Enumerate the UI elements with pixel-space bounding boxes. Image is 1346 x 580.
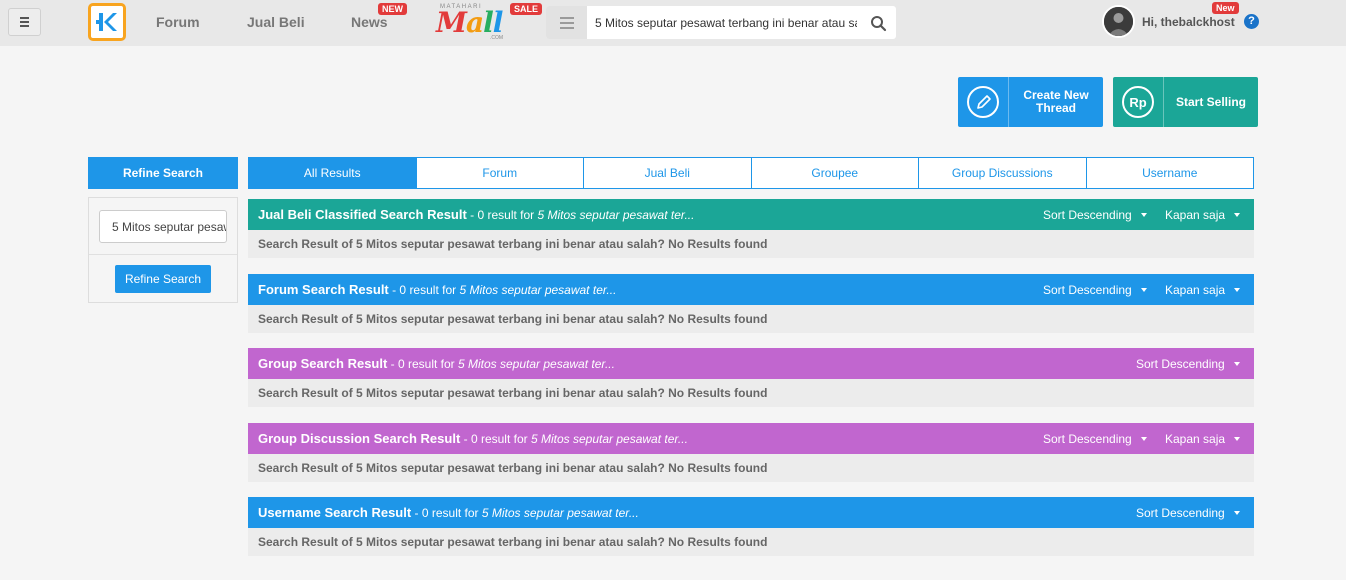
search-icon <box>871 16 887 32</box>
forum-results-section: Forum Search Result - 0 result for 5 Mit… <box>248 274 1254 333</box>
caret-down-icon <box>1234 437 1241 441</box>
search-submit-button[interactable] <box>868 13 890 33</box>
search-category-button[interactable] <box>546 6 587 39</box>
result-count: - 0 result for <box>460 432 531 446</box>
rupiah-icon: Rp <box>1122 86 1154 118</box>
section-header: Username Search Result - 0 result for 5 … <box>248 497 1254 528</box>
sort-dropdown[interactable]: Sort Descending <box>1043 283 1147 297</box>
caret-down-icon <box>1234 213 1241 217</box>
mall-wordmark: Mall <box>436 6 503 39</box>
no-results-message: Search Result of 5 Mitos seputar pesawat… <box>248 454 1254 482</box>
create-new-thread-label: Create New Thread <box>1023 88 1089 115</box>
no-results-message: Search Result of 5 Mitos seputar pesawat… <box>248 305 1254 333</box>
time-filter-dropdown[interactable]: Kapan saja <box>1165 432 1241 446</box>
section-title-text: Jual Beli Classified Search Result <box>258 207 467 222</box>
nav-news-link[interactable]: News <box>351 14 388 30</box>
section-title: Group Search Result - 0 result for 5 Mit… <box>258 356 615 371</box>
divider <box>89 254 237 255</box>
search-query: 5 Mitos seputar pesawat ter... <box>537 208 695 222</box>
section-title-text: Group Search Result <box>258 356 388 371</box>
search-input[interactable] <box>595 6 857 39</box>
sort-dropdown[interactable]: Sort Descending <box>1136 506 1240 520</box>
no-results-message: Search Result of 5 Mitos seputar pesawat… <box>248 379 1254 407</box>
refine-search-input[interactable] <box>99 210 227 243</box>
user-greeting[interactable]: Hi, thebalckhost <box>1142 15 1235 29</box>
search-query: 5 Mitos seputar pesawat ter... <box>458 357 615 371</box>
create-new-thread-button[interactable]: Create New Thread <box>958 77 1103 127</box>
sort-dropdown[interactable]: Sort Descending <box>1043 208 1147 222</box>
search-query: 5 Mitos seputar pesawat ter... <box>459 283 617 297</box>
news-new-badge: NEW <box>378 3 407 15</box>
time-filter-dropdown[interactable]: Kapan saja <box>1165 208 1241 222</box>
no-results-message: Search Result of 5 Mitos seputar pesawat… <box>248 230 1254 258</box>
result-count: - 0 result for <box>466 208 538 222</box>
caret-down-icon <box>1233 511 1240 515</box>
menu-icon <box>20 17 29 19</box>
user-new-badge: New <box>1212 2 1239 14</box>
nav-jual-beli-link[interactable]: Jual Beli <box>247 14 305 30</box>
section-header: Group Discussion Search Result - 0 resul… <box>248 423 1254 454</box>
refine-search-panel: Refine Search <box>88 197 238 303</box>
tab-forum[interactable]: Forum <box>415 158 584 188</box>
section-title: Username Search Result - 0 result for 5 … <box>258 505 639 520</box>
kaskus-logo[interactable] <box>88 3 126 41</box>
section-title-text: Username Search Result <box>258 505 412 520</box>
no-results-message: Search Result of 5 Mitos seputar pesawat… <box>248 528 1254 556</box>
caret-down-icon <box>1140 288 1147 292</box>
section-header: Forum Search Result - 0 result for 5 Mit… <box>248 274 1254 305</box>
sort-dropdown[interactable]: Sort Descending <box>1043 432 1147 446</box>
tab-jual-beli[interactable]: Jual Beli <box>583 158 751 188</box>
matahari-mall-logo[interactable]: MATAHARI Mall .COM <box>436 4 508 42</box>
search-query: 5 Mitos seputar pesawat ter... <box>481 506 639 520</box>
result-count: - 0 result for <box>387 357 458 371</box>
caret-down-icon <box>1140 213 1147 217</box>
jual-beli-results-section: Jual Beli Classified Search Result - 0 r… <box>248 199 1254 258</box>
start-selling-label: Start Selling <box>1175 94 1246 109</box>
section-title: Forum Search Result - 0 result for 5 Mit… <box>258 282 616 297</box>
tab-group-discussions[interactable]: Group Discussions <box>918 158 1086 188</box>
caret-down-icon <box>1234 288 1241 292</box>
avatar-image <box>1104 7 1133 36</box>
top-navbar: Forum Jual Beli News NEW MATAHARI Mall .… <box>0 0 1346 46</box>
pencil-icon <box>967 86 999 118</box>
section-header: Jual Beli Classified Search Result - 0 r… <box>248 199 1254 230</box>
search-bar <box>546 6 896 39</box>
sort-dropdown[interactable]: Sort Descending <box>1136 357 1240 371</box>
refine-search-button[interactable]: Refine Search <box>115 265 211 293</box>
refine-search-heading: Refine Search <box>88 157 238 189</box>
tab-groupee[interactable]: Groupee <box>750 158 919 188</box>
mall-brand-com: .COM <box>490 35 504 41</box>
result-tabs: All Results Forum Jual Beli Groupee Grou… <box>248 157 1254 189</box>
caret-down-icon <box>1233 362 1240 366</box>
group-discussion-results-section: Group Discussion Search Result - 0 resul… <box>248 423 1254 482</box>
help-icon[interactable]: ? <box>1244 14 1259 29</box>
user-avatar[interactable] <box>1102 5 1135 38</box>
kaskus-k-icon <box>96 13 117 31</box>
result-count: - 0 result for <box>411 506 482 520</box>
username-results-section: Username Search Result - 0 result for 5 … <box>248 497 1254 556</box>
section-title: Jual Beli Classified Search Result - 0 r… <box>258 207 694 222</box>
mall-sale-badge: SALE <box>510 3 543 15</box>
section-title: Group Discussion Search Result - 0 resul… <box>258 431 688 446</box>
tab-all-results[interactable]: All Results <box>249 158 416 188</box>
section-header: Group Search Result - 0 result for 5 Mit… <box>248 348 1254 379</box>
group-results-section: Group Search Result - 0 result for 5 Mit… <box>248 348 1254 407</box>
caret-down-icon <box>1140 437 1147 441</box>
section-title-text: Forum Search Result <box>258 282 389 297</box>
nav-forum-link[interactable]: Forum <box>156 14 200 30</box>
time-filter-dropdown[interactable]: Kapan saja <box>1165 283 1241 297</box>
section-title-text: Group Discussion Search Result <box>258 431 461 446</box>
list-icon <box>559 16 574 19</box>
result-count: - 0 result for <box>388 283 460 297</box>
search-query: 5 Mitos seputar pesawat ter... <box>530 432 688 446</box>
menu-toggle-button[interactable] <box>8 8 41 36</box>
tab-username[interactable]: Username <box>1085 158 1254 188</box>
svg-text:Rp: Rp <box>1129 95 1146 110</box>
start-selling-button[interactable]: Rp Start Selling <box>1113 77 1258 127</box>
